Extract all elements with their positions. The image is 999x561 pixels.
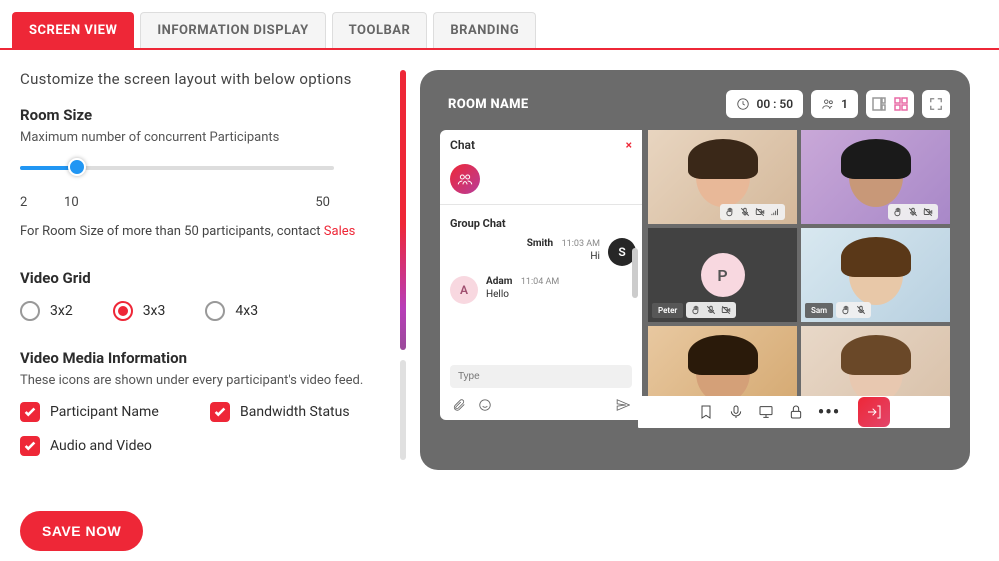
participant-count-pill[interactable]: 1: [811, 90, 858, 118]
lock-icon[interactable]: [788, 404, 804, 420]
preview-panel: ROOM NAME 00 : 50 1: [420, 70, 970, 470]
video-off-icon: [923, 207, 933, 217]
hand-icon: [691, 305, 701, 315]
participant-name-tag: Sam: [805, 303, 833, 318]
tab-information-display[interactable]: INFORMATION DISPLAY: [140, 12, 325, 48]
mic-icon[interactable]: [728, 404, 744, 420]
avatar: A: [450, 276, 478, 304]
people-icon: [821, 97, 835, 111]
chat-participants-button[interactable]: [450, 164, 480, 194]
checkbox-bandwidth-status[interactable]: Bandwidth Status: [210, 402, 360, 422]
grid-layout-toggle[interactable]: [866, 90, 914, 118]
mic-off-icon: [740, 207, 750, 217]
msg-text: Hi: [527, 251, 600, 262]
msg-text: Hello: [486, 289, 559, 300]
video-cell[interactable]: [801, 130, 950, 224]
tab-toolbar[interactable]: TOOLBAR: [332, 12, 428, 48]
checkbox-participant-name[interactable]: Participant Name: [20, 402, 170, 422]
participant-name-tag: Peter: [652, 303, 683, 318]
bookmark-icon[interactable]: [698, 404, 714, 420]
people-icon: [457, 172, 473, 186]
video-off-icon: [755, 207, 765, 217]
chat-close-button[interactable]: ×: [626, 138, 632, 152]
clock-icon: [736, 97, 750, 111]
signal-icon: [770, 207, 780, 217]
participant-avatar-letter: P: [701, 253, 745, 297]
tab-branding[interactable]: BRANDING: [433, 12, 536, 48]
tabs-bar: SCREEN VIEW INFORMATION DISPLAY TOOLBAR …: [0, 0, 999, 50]
radio-3x2[interactable]: 3x2: [20, 301, 73, 321]
room-size-note: For Room Size of more than 50 participan…: [20, 224, 374, 239]
exit-icon: [866, 404, 882, 420]
more-options-button[interactable]: •••: [818, 402, 840, 423]
fullscreen-button[interactable]: [922, 90, 950, 118]
room-size-help: Maximum number of concurrent Participant…: [20, 130, 374, 145]
scrollbar-track[interactable]: [400, 70, 406, 470]
video-cell-no-camera[interactable]: P Peter: [648, 228, 797, 322]
msg-time: 11:04 AM: [521, 277, 559, 287]
media-info-help: These icons are shown under every partic…: [20, 373, 374, 388]
slider-labels: 2 10 50: [20, 195, 330, 210]
hand-icon: [893, 207, 903, 217]
slider-handle[interactable]: [68, 158, 86, 176]
sales-link[interactable]: Sales: [324, 224, 356, 239]
mic-off-icon: [908, 207, 918, 217]
radio-4x3[interactable]: 4x3: [205, 301, 258, 321]
chat-scrollbar[interactable]: [632, 248, 638, 298]
chat-panel: Chat × Group Chat S Smith 11:03 AM Hi: [440, 130, 642, 420]
video-off-icon: [721, 305, 731, 315]
msg-time: 11:03 AM: [562, 239, 600, 249]
room-size-slider[interactable]: [20, 159, 374, 191]
panel-subtitle: Customize the screen layout with below o…: [20, 70, 374, 88]
save-button[interactable]: SAVE NOW: [20, 511, 143, 551]
mic-off-icon: [856, 305, 866, 315]
grid-layout-option-a[interactable]: [868, 92, 890, 116]
media-info-title: Video Media Information: [20, 349, 374, 367]
call-toolbar: •••: [638, 396, 950, 428]
screen-share-icon[interactable]: [758, 404, 774, 420]
video-cell[interactable]: [648, 130, 797, 224]
timer-pill: 00 : 50: [726, 90, 803, 118]
send-icon[interactable]: [616, 398, 630, 412]
chat-input[interactable]: [450, 365, 632, 388]
leave-call-button[interactable]: [858, 397, 890, 427]
fullscreen-icon: [929, 97, 943, 111]
tab-screen-view[interactable]: SCREEN VIEW: [12, 12, 134, 48]
hand-icon: [841, 305, 851, 315]
mic-off-icon: [706, 305, 716, 315]
video-cell[interactable]: Sam: [801, 228, 950, 322]
hand-icon: [725, 207, 735, 217]
msg-name: Smith: [527, 238, 553, 249]
video-grid: P Peter Sam: [648, 130, 950, 420]
checkbox-audio-video[interactable]: Audio and Video: [20, 436, 170, 456]
chat-title: Chat: [450, 138, 475, 152]
emoji-icon[interactable]: [478, 398, 492, 412]
video-grid-title: Video Grid: [20, 269, 374, 287]
radio-3x3[interactable]: 3x3: [113, 301, 166, 321]
attachment-icon[interactable]: [452, 398, 466, 412]
msg-name: Adam: [486, 276, 512, 287]
settings-panel: Customize the screen layout with below o…: [20, 70, 390, 551]
room-name-label: ROOM NAME: [440, 97, 718, 112]
grid-layout-option-b[interactable]: [890, 92, 912, 116]
group-chat-title: Group Chat: [440, 211, 642, 236]
scrollbar-track-remainder: [400, 360, 406, 460]
scrollbar-thumb[interactable]: [400, 70, 406, 350]
room-size-title: Room Size: [20, 106, 374, 124]
